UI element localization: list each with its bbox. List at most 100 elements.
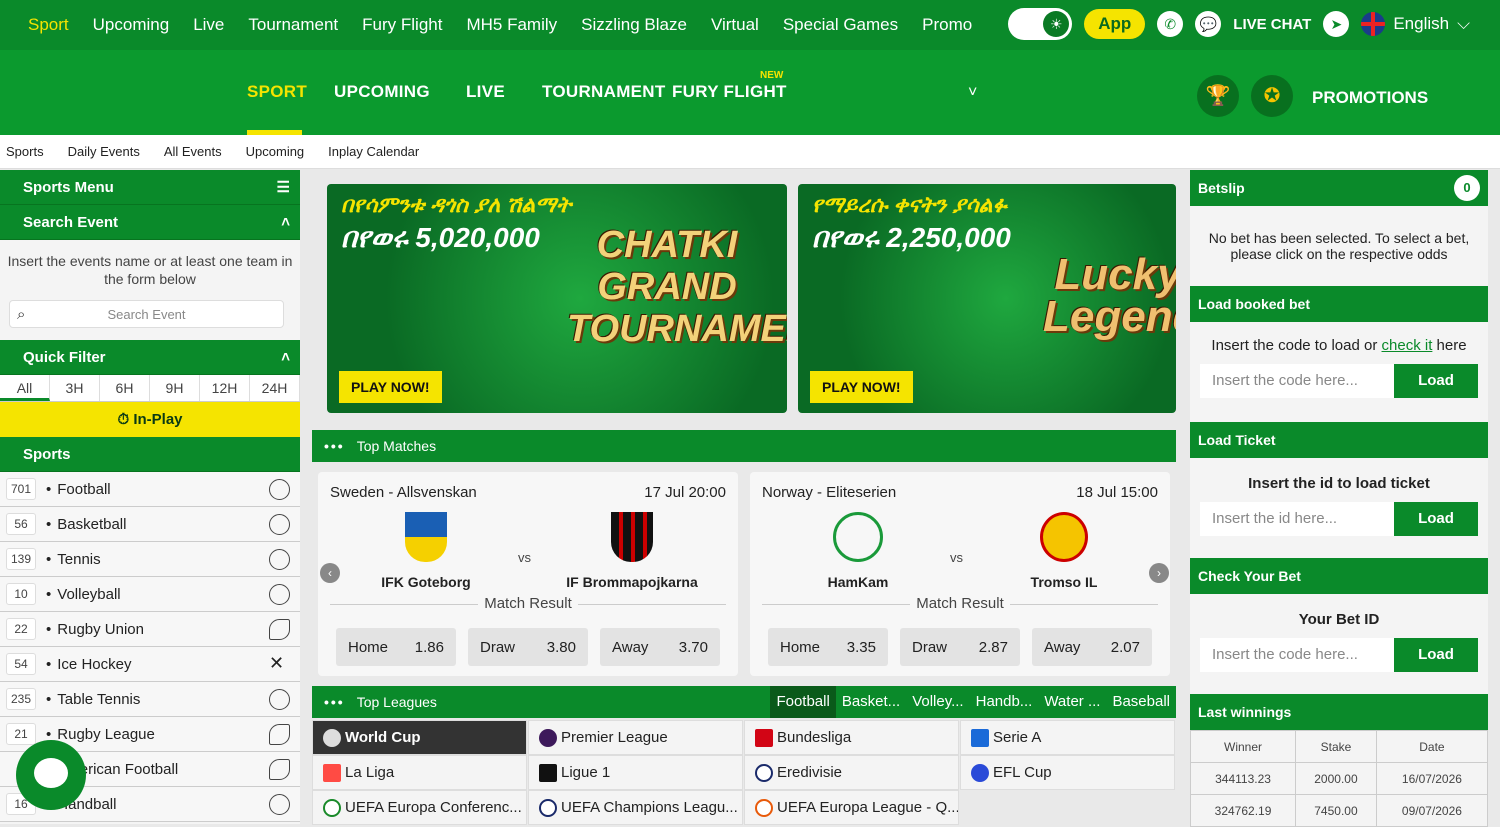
search-input[interactable]: ⌕ Search Event — [9, 300, 284, 328]
subnav-sports[interactable]: Sports — [6, 144, 44, 159]
time-filter-6h[interactable]: 6H — [100, 375, 150, 401]
language-selector[interactable]: English ⌵ — [1361, 12, 1470, 36]
sport-row-table-tennis[interactable]: 235 Table Tennis — [0, 682, 300, 717]
tab-basketball[interactable]: Basket... — [836, 686, 906, 718]
topnav-sport[interactable]: Sport — [28, 15, 69, 35]
bet-code-input[interactable]: Insert the code here... — [1200, 638, 1394, 672]
banner-amount: በየወሩ 5,020,000 — [341, 222, 540, 253]
ticket-id-input[interactable]: Insert the id here... — [1200, 502, 1394, 536]
odds-draw-button[interactable]: Draw 3.80 — [468, 628, 588, 666]
time-filter-24h[interactable]: 24H — [250, 375, 300, 401]
chevron-up-icon[interactable]: ˄ — [281, 214, 290, 231]
sport-row-tennis[interactable]: 139 Tennis — [0, 542, 300, 577]
topnav-upcoming[interactable]: Upcoming — [93, 15, 170, 35]
telegram-icon[interactable]: ➤ — [1323, 11, 1350, 37]
tab-football[interactable]: Football — [770, 686, 836, 718]
laurel-medal-icon[interactable]: ✪ — [1251, 75, 1293, 117]
league-uefa-conference[interactable]: UEFA Europa Conferenc... — [312, 790, 527, 825]
subnav-inplay-calendar[interactable]: Inplay Calendar — [328, 144, 419, 159]
team-name: IF Brommapojkarna — [566, 574, 698, 590]
odds-draw-button[interactable]: Draw 2.87 — [900, 628, 1020, 666]
app-button[interactable]: App — [1084, 9, 1146, 39]
promotions-link[interactable]: PROMOTIONS — [1312, 88, 1428, 108]
inplay-button[interactable]: ⏱ In-Play — [0, 402, 300, 437]
tab-water-polo[interactable]: Water ... — [1038, 686, 1106, 718]
league-premier-league[interactable]: Premier League — [528, 720, 743, 755]
sport-row-rugby-union[interactable]: 22 Rugby Union — [0, 612, 300, 647]
topnav-live[interactable]: Live — [193, 15, 224, 35]
tab-handball[interactable]: Handb... — [970, 686, 1039, 718]
quick-filter-header[interactable]: Quick Filter ˄ — [0, 340, 300, 375]
league-efl-cup[interactable]: EFL Cup — [960, 755, 1175, 790]
sports-menu-header[interactable]: Sports Menu ☰ — [0, 170, 300, 205]
chevron-up-icon[interactable]: ˄ — [281, 349, 290, 366]
topnav-virtual[interactable]: Virtual — [711, 15, 759, 35]
odds-away-button[interactable]: Away 3.70 — [600, 628, 720, 666]
live-chat-widget[interactable] — [16, 740, 86, 810]
league-world-cup[interactable]: World Cup — [312, 720, 527, 755]
topnav-fury-flight[interactable]: Fury Flight — [362, 15, 442, 35]
time-filter-9h[interactable]: 9H — [150, 375, 200, 401]
sport-row-volleyball[interactable]: 10 Volleyball — [0, 577, 300, 612]
promo-banner-chatki[interactable]: በየሳምንቱ ዳጎስ ያለ ሽልማት በየወሩ 5,020,000 CHATKI… — [327, 184, 787, 413]
time-filter-3h[interactable]: 3H — [50, 375, 100, 401]
carousel-prev-icon[interactable]: ‹ — [320, 563, 340, 583]
menu-list-icon[interactable]: ☰ — [277, 178, 290, 196]
tab-volleyball[interactable]: Volley... — [906, 686, 969, 718]
match-card: Sweden - Allsvenskan 17 Jul 20:00 IFK Go… — [318, 472, 738, 676]
play-now-button[interactable]: PLAY NOW! — [810, 371, 913, 403]
check-bet-load-button[interactable]: Load — [1394, 638, 1478, 672]
betslip-header[interactable]: Betslip 0 — [1190, 170, 1488, 206]
load-booking-button[interactable]: Load — [1394, 364, 1478, 398]
away-team[interactable]: Tromso IL — [984, 512, 1144, 590]
sport-row-football[interactable]: 701 Football — [0, 472, 300, 507]
sport-count: 56 — [6, 513, 36, 535]
odds-home-button[interactable]: Home 1.86 — [336, 628, 456, 666]
sport-row-basketball[interactable]: 56 Basketball — [0, 507, 300, 542]
odds-home-button[interactable]: Home 3.35 — [768, 628, 888, 666]
chat-bubble-icon[interactable]: 💬 — [1195, 11, 1222, 37]
mainnav-fury-flight[interactable]: FURY FLIGHT — [672, 82, 787, 102]
subnav-daily-events[interactable]: Daily Events — [68, 144, 140, 159]
league-uefa-champions[interactable]: UEFA Champions Leagu... — [528, 790, 743, 825]
sport-row-ice-hockey[interactable]: 54 Ice Hockey ✕ — [0, 647, 300, 682]
theme-toggle[interactable]: ☀ — [1008, 8, 1073, 40]
topnav-sizzling-blaze[interactable]: Sizzling Blaze — [581, 15, 687, 35]
time-filter-12h[interactable]: 12H — [200, 375, 250, 401]
time-filter-all[interactable]: All — [0, 375, 50, 401]
league-uefa-europa[interactable]: UEFA Europa League - Q... — [744, 790, 959, 825]
mainnav-tournament[interactable]: TOURNAMENT — [542, 82, 666, 102]
carousel-next-icon[interactable]: › — [1149, 563, 1169, 583]
mainnav-live[interactable]: LIVE — [466, 82, 505, 102]
league-serie-a[interactable]: Serie A — [960, 720, 1175, 755]
topnav-special-games[interactable]: Special Games — [783, 15, 898, 35]
more-chevron-icon[interactable]: ˅ — [968, 84, 977, 102]
home-team[interactable]: HamKam — [778, 512, 938, 590]
odds-value: 2.87 — [978, 638, 1008, 656]
check-it-link[interactable]: check it — [1382, 337, 1433, 354]
league-bundesliga[interactable]: Bundesliga — [744, 720, 959, 755]
left-sidebar: Sports Menu ☰ Search Event ˄ Insert the … — [0, 170, 300, 824]
league-eredivisie[interactable]: Eredivisie — [744, 755, 959, 790]
home-team[interactable]: IFK Goteborg — [346, 512, 506, 590]
league-ligue-1[interactable]: Ligue 1 — [528, 755, 743, 790]
booking-code-input[interactable]: Insert the code here... — [1200, 364, 1394, 398]
mainnav-sport[interactable]: SPORT — [247, 82, 307, 102]
topnav-mh5-family[interactable]: MH5 Family — [466, 15, 557, 35]
odds-away-button[interactable]: Away 2.07 — [1032, 628, 1152, 666]
mainnav-upcoming[interactable]: UPCOMING — [334, 82, 430, 102]
phone-icon[interactable]: ✆ — [1157, 11, 1184, 37]
search-event-header[interactable]: Search Event ˄ — [0, 205, 300, 240]
away-team[interactable]: IF Brommapojkarna — [552, 512, 712, 590]
subnav-all-events[interactable]: All Events — [164, 144, 222, 159]
load-ticket-button[interactable]: Load — [1394, 502, 1478, 536]
subnav-upcoming[interactable]: Upcoming — [246, 144, 305, 159]
league-la-liga[interactable]: La Liga — [312, 755, 527, 790]
play-now-button[interactable]: PLAY NOW! — [339, 371, 442, 403]
topnav-tournament[interactable]: Tournament — [248, 15, 338, 35]
trophy-icon[interactable]: 🏆 — [1197, 75, 1239, 117]
tab-baseball[interactable]: Baseball — [1106, 686, 1176, 718]
promo-banner-lucky[interactable]: የማይረሱ ቀናትን ያሳልፉ በየወሩ 2,250,000 Lucky Leg… — [798, 184, 1176, 413]
live-chat-link[interactable]: LIVE CHAT — [1233, 16, 1311, 33]
topnav-promo[interactable]: Promo — [922, 15, 972, 35]
